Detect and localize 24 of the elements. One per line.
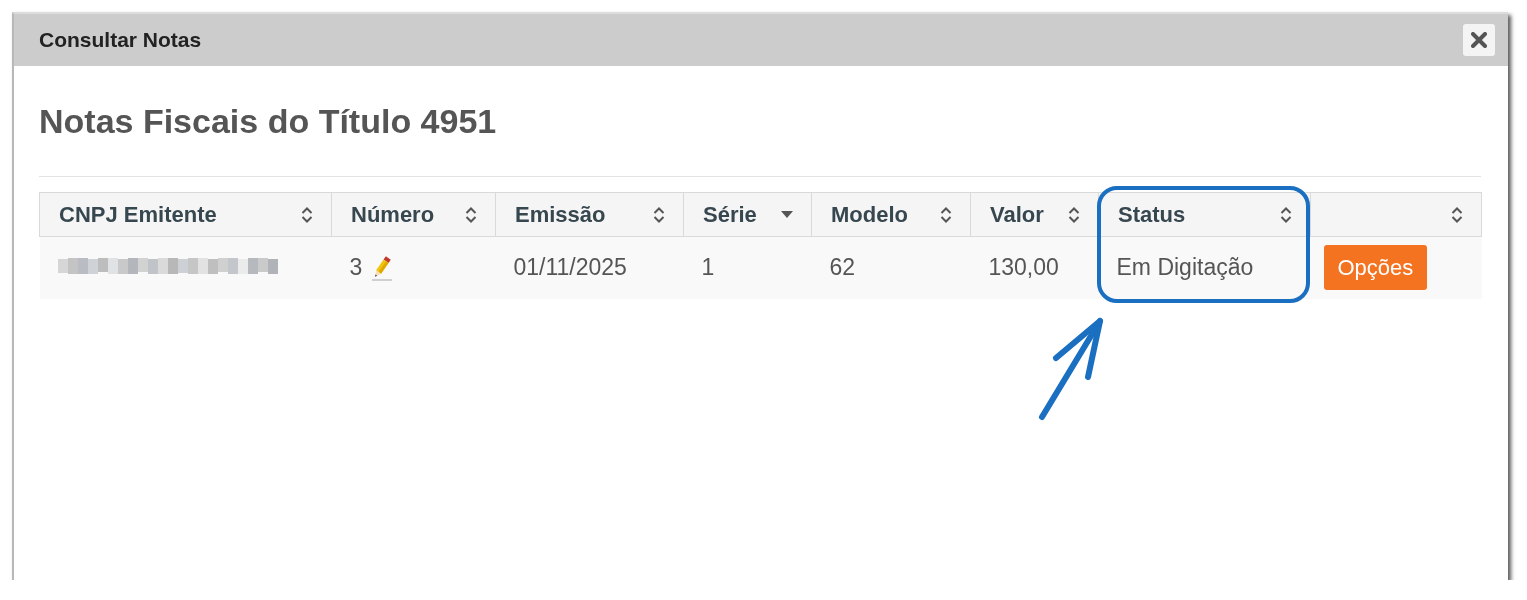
column-header-label: Modelo [831, 201, 908, 228]
table-cell: 3 [349, 254, 363, 282]
table-cell: 62 [829, 254, 856, 281]
column-header-label: Número [351, 201, 435, 228]
column-header[interactable]: Status [1098, 192, 1311, 237]
column-header[interactable]: CNPJ Emitente [39, 192, 332, 237]
column-header[interactable]: Série [683, 192, 812, 237]
table-cell: Em Digitação [1116, 254, 1254, 281]
dialog-title: Consultar Notas [39, 28, 202, 52]
close-icon [1471, 32, 1487, 48]
table-cell: 1 [701, 254, 715, 281]
column-header-label: Série [703, 201, 757, 228]
column-header[interactable]: Modelo [811, 192, 971, 237]
table-cell: 01/11/2025 [513, 254, 627, 281]
column-header-label: CNPJ Emitente [59, 201, 217, 228]
page-heading: Notas Fiscais do Título 4951 [39, 101, 497, 141]
close-button[interactable] [1463, 24, 1495, 56]
column-header-label: Status [1118, 201, 1186, 228]
column-header-label: Emissão [515, 201, 606, 228]
column-header[interactable]: Emissão [495, 192, 684, 237]
column-header[interactable]: Valor [970, 192, 1099, 237]
column-header-label: Valor [990, 201, 1044, 228]
table-cell: 130,00 [988, 254, 1059, 281]
column-header[interactable]: Número [331, 192, 496, 237]
